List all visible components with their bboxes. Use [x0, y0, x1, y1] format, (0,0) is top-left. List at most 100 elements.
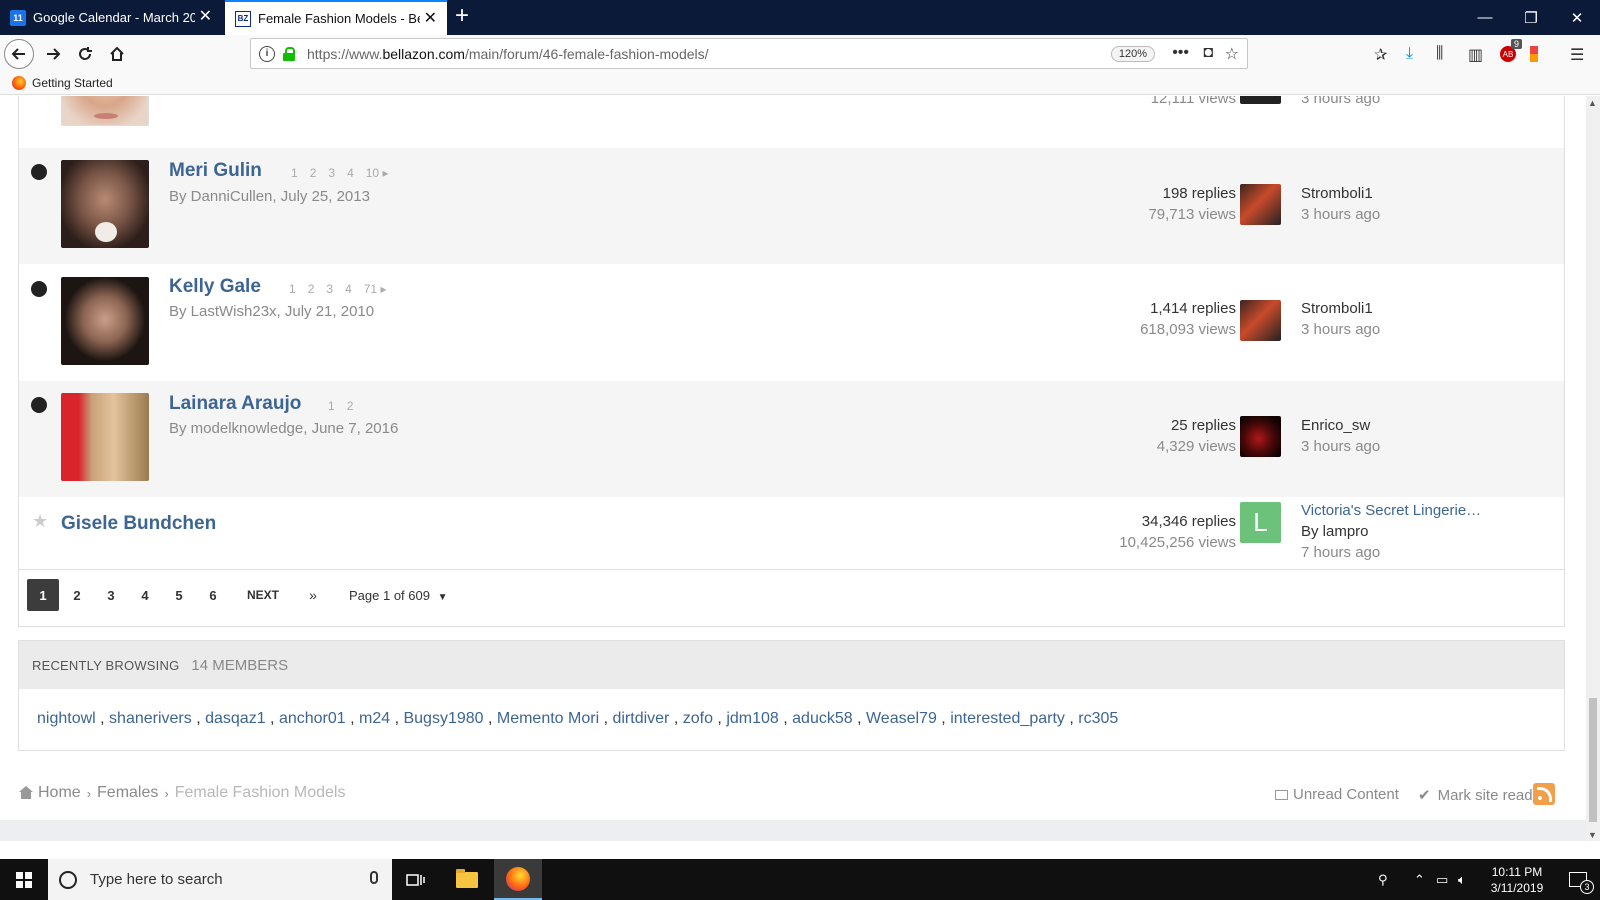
- pocket-icon[interactable]: ◘: [1203, 44, 1213, 62]
- page-link-3[interactable]: 3: [95, 579, 127, 611]
- topic-title[interactable]: Lainara Araujo: [169, 393, 301, 415]
- breadcrumb-females[interactable]: Females: [97, 784, 158, 802]
- member-link[interactable]: shanerivers: [109, 710, 192, 727]
- scrollbar-thumb[interactable]: [1589, 698, 1597, 822]
- chevron-up-icon[interactable]: ⌃: [1414, 859, 1425, 900]
- topic-page-link[interactable]: 1: [289, 282, 296, 296]
- restore-icon[interactable]: ❐: [1508, 0, 1554, 35]
- mark-site-read-link[interactable]: ✔ Mark site read: [1418, 786, 1533, 805]
- topic-page-link[interactable]: 3: [326, 282, 333, 296]
- topic-page-link[interactable]: 4: [345, 282, 352, 296]
- page-link-6[interactable]: 6: [197, 579, 229, 611]
- member-link[interactable]: nightowl: [37, 710, 96, 727]
- topic-thumbnail[interactable]: [61, 277, 149, 365]
- extension-icon[interactable]: [1530, 46, 1538, 62]
- last-poster-name[interactable]: Stromboli1: [1301, 298, 1380, 319]
- last-poster-name[interactable]: Enrico_sw: [1301, 415, 1380, 436]
- unread-content-link[interactable]: Unread Content: [1275, 786, 1399, 803]
- page-link-4[interactable]: 4: [129, 579, 161, 611]
- firefox-taskbar-button[interactable]: [494, 859, 542, 900]
- member-link[interactable]: anchor01: [279, 710, 346, 727]
- last-poster-name[interactable]: By lampro: [1301, 521, 1481, 542]
- library-icon[interactable]: ⫼: [1436, 45, 1443, 63]
- file-explorer-button[interactable]: [443, 859, 491, 900]
- site-info-icon[interactable]: i: [259, 45, 275, 62]
- last-poster-avatar[interactable]: [1240, 416, 1281, 457]
- new-tab-icon[interactable]: +: [455, 4, 469, 28]
- member-link[interactable]: Bugsy1980: [403, 710, 483, 727]
- vertical-scrollbar[interactable]: ▲ ▼: [1586, 96, 1600, 841]
- member-link[interactable]: jdm108: [726, 710, 778, 727]
- next-page-button[interactable]: NEXT: [239, 579, 287, 611]
- topic-thumbnail[interactable]: [61, 160, 149, 248]
- member-link[interactable]: Weasel79: [866, 710, 937, 727]
- member-link[interactable]: rc305: [1078, 710, 1118, 727]
- topic-thumbnail[interactable]: [61, 96, 149, 126]
- member-link[interactable]: m24: [359, 710, 390, 727]
- topic-page-link[interactable]: 71 ▸: [364, 282, 387, 296]
- last-poster-avatar[interactable]: [1240, 184, 1281, 225]
- member-link[interactable]: dirtdiver: [612, 710, 669, 727]
- close-tab-icon[interactable]: ✕: [199, 9, 212, 25]
- window-close-icon[interactable]: ✕: [1554, 0, 1600, 35]
- last-post-topic-link[interactable]: Victoria's Secret Lingerie…: [1301, 500, 1481, 521]
- last-poster-name[interactable]: Stromboli1: [1301, 183, 1380, 204]
- page-actions-icon[interactable]: •••: [1172, 44, 1189, 62]
- task-view-button[interactable]: [392, 859, 440, 900]
- scroll-down-icon[interactable]: ▼: [1588, 830, 1597, 840]
- topic-page-link[interactable]: 10 ▸: [366, 166, 389, 180]
- downloads-icon[interactable]: ⤓: [1406, 45, 1413, 63]
- table-row[interactable]: Lainara Araujo 1 2 By modelknowledge, Ju…: [19, 381, 1564, 497]
- page-jump-dropdown[interactable]: Page 1 of 609 ▼: [349, 588, 448, 603]
- breadcrumb-home[interactable]: Home: [38, 784, 81, 802]
- topic-title[interactable]: Meri Gulin: [169, 160, 262, 182]
- system-clock[interactable]: 10:11 PM 3/11/2019: [1478, 864, 1556, 896]
- bookmark-getting-started[interactable]: Getting Started: [12, 76, 113, 90]
- topic-page-link[interactable]: 2: [310, 166, 317, 180]
- home-button[interactable]: [102, 39, 132, 69]
- page-link-1[interactable]: 1: [27, 579, 59, 611]
- back-button[interactable]: [4, 39, 34, 69]
- bookmarks-star-icon[interactable]: ✰: [1374, 45, 1387, 65]
- start-button[interactable]: [0, 859, 48, 900]
- table-row[interactable]: Kelly Gale 1 2 3 4 71 ▸ By LastWish23x, …: [19, 264, 1564, 381]
- member-link[interactable]: dasqaz1: [205, 710, 266, 727]
- member-link[interactable]: aduck58: [792, 710, 853, 727]
- zoom-indicator[interactable]: 120%: [1110, 46, 1155, 62]
- table-row[interactable]: 12,111 views 3 hours ago: [19, 96, 1564, 148]
- table-row[interactable]: Meri Gulin 1 2 3 4 10 ▸ By DanniCullen, …: [19, 148, 1564, 264]
- volume-icon[interactable]: 🔈︎: [1458, 859, 1466, 900]
- bookmark-star-icon[interactable]: ☆: [1225, 44, 1239, 64]
- topic-page-link[interactable]: 3: [328, 166, 335, 180]
- microphone-icon[interactable]: [370, 871, 378, 884]
- topic-thumbnail[interactable]: [61, 393, 149, 481]
- tab-bellazon[interactable]: BZ Female Fashion Models - Bellazon ✕: [225, 0, 447, 35]
- last-poster-avatar[interactable]: [1240, 96, 1281, 104]
- rss-icon[interactable]: [1533, 783, 1555, 805]
- address-bar[interactable]: i https://www.bellazon.com/main/forum/46…: [250, 38, 1248, 69]
- member-link[interactable]: Memento Mori: [497, 710, 599, 727]
- url-text[interactable]: https://www.bellazon.com/main/forum/46-f…: [307, 46, 709, 62]
- network-icon[interactable]: ▭: [1436, 859, 1448, 900]
- table-row[interactable]: ★ Gisele Bundchen 34,346 replies 10,425,…: [19, 497, 1564, 569]
- taskbar-search-box[interactable]: Type here to search: [48, 859, 392, 900]
- topic-page-link[interactable]: 4: [347, 166, 354, 180]
- last-poster-avatar[interactable]: [1240, 300, 1281, 341]
- forward-button[interactable]: [38, 39, 68, 69]
- scroll-up-icon[interactable]: ▲: [1588, 98, 1597, 108]
- topic-title[interactable]: Kelly Gale: [169, 276, 261, 298]
- minimize-icon[interactable]: —: [1462, 0, 1508, 35]
- people-icon[interactable]: ⚲: [1378, 859, 1388, 900]
- topic-page-link[interactable]: 2: [347, 399, 354, 413]
- member-link[interactable]: zofo: [683, 710, 713, 727]
- topic-title[interactable]: Gisele Bundchen: [61, 513, 216, 535]
- last-page-button[interactable]: »: [297, 579, 329, 611]
- topic-page-link[interactable]: 1: [291, 166, 298, 180]
- star-icon[interactable]: ★: [32, 511, 48, 532]
- reload-button[interactable]: [70, 39, 100, 69]
- close-tab-icon[interactable]: ✕: [424, 11, 437, 27]
- member-link[interactable]: interested_party: [950, 710, 1065, 727]
- tab-google-calendar[interactable]: 11 Google Calendar - March 2019 ✕: [0, 0, 222, 35]
- page-link-2[interactable]: 2: [61, 579, 93, 611]
- topic-page-link[interactable]: 1: [328, 399, 335, 413]
